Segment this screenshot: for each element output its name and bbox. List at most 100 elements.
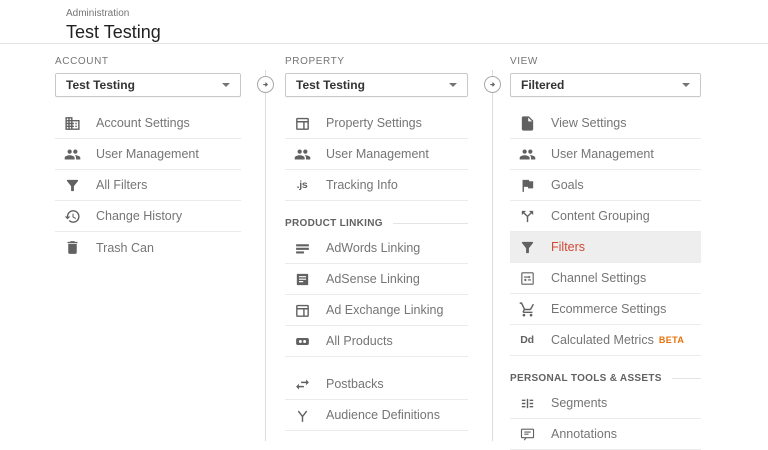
segments-icon xyxy=(518,395,536,412)
account-column-label: ACCOUNT xyxy=(55,56,109,67)
account-selector-value: Test Testing xyxy=(66,78,135,92)
menu-item-label: User Management xyxy=(326,147,429,161)
account-menu: Account Settings User Management All Fil… xyxy=(55,108,241,263)
account-settings-item[interactable]: Account Settings xyxy=(55,108,241,139)
menu-item-label: Annotations xyxy=(551,427,618,441)
beta-badge: BETA xyxy=(658,335,685,345)
menu-item-label: All Filters xyxy=(96,178,148,192)
menu-item-label: Goals xyxy=(551,178,584,192)
page-title: Test Testing xyxy=(66,22,161,42)
view-column-label: VIEW xyxy=(510,56,538,67)
property-settings-item[interactable]: Property Settings xyxy=(285,108,468,139)
lines-card-icon xyxy=(293,240,311,257)
menu-item-label: Postbacks xyxy=(326,377,384,391)
all-products-icon xyxy=(293,333,311,350)
dd-icon: Dd xyxy=(520,334,534,346)
change-history-item[interactable]: Change History xyxy=(55,201,241,232)
menu-item-label: Ecommerce Settings xyxy=(551,302,667,316)
property-user-management-item[interactable]: User Management xyxy=(285,139,468,170)
channel-icon xyxy=(518,270,536,287)
funnel-icon xyxy=(518,239,536,256)
audience-definitions-item[interactable]: Audience Definitions xyxy=(285,400,468,431)
account-selector[interactable]: Test Testing xyxy=(55,73,241,97)
cart-icon xyxy=(518,301,536,318)
js-icon: .js xyxy=(296,179,308,191)
breadcrumb: Administration xyxy=(66,8,130,19)
people-icon xyxy=(518,146,536,163)
tracking-info-item[interactable]: .js Tracking Info xyxy=(285,170,468,201)
personal-tools-section-header: PERSONAL TOOLS & ASSETS xyxy=(510,368,701,388)
account-user-management-item[interactable]: User Management xyxy=(55,139,241,170)
postbacks-item[interactable]: Postbacks xyxy=(285,369,468,400)
menu-item-label: All Products xyxy=(326,334,393,348)
window-icon xyxy=(293,302,311,319)
chevron-down-icon xyxy=(449,83,457,87)
filters-item-active[interactable]: Filters xyxy=(510,232,701,263)
arrow-right-circle-icon xyxy=(257,76,274,93)
menu-item-label: Ad Exchange Linking xyxy=(326,303,444,317)
property-column: PROPERTY Test Testing Property Settings … xyxy=(285,56,468,431)
goals-item[interactable]: Goals xyxy=(510,170,701,201)
menu-item-label: User Management xyxy=(96,147,199,161)
view-selector-value: Filtered xyxy=(521,78,565,92)
column-divider xyxy=(492,70,493,441)
property-menu: Property Settings User Management .js Tr… xyxy=(285,108,468,431)
menu-item-label: Property Settings xyxy=(326,116,422,130)
view-settings-item[interactable]: View Settings xyxy=(510,108,701,139)
arrow-right-circle-icon xyxy=(484,76,501,93)
section-header-rule xyxy=(671,377,701,379)
annotations-item[interactable]: Annotations xyxy=(510,419,701,450)
menu-item-label: AdWords Linking xyxy=(326,241,421,255)
calculated-metrics-item[interactable]: Dd Calculated Metrics BETA xyxy=(510,325,701,356)
menu-item-label: User Management xyxy=(551,147,654,161)
menu-item-label: Tracking Info xyxy=(326,178,398,192)
document-icon xyxy=(518,115,536,132)
funnel-icon xyxy=(63,177,81,194)
menu-item-label: Segments xyxy=(551,396,608,410)
branch-icon xyxy=(293,407,311,424)
flag-icon xyxy=(518,177,536,194)
adsense-linking-item[interactable]: AdSense Linking xyxy=(285,264,468,295)
section-header-rule xyxy=(392,222,468,224)
menu-item-label: Channel Settings xyxy=(551,271,647,285)
product-linking-section-header: PRODUCT LINKING xyxy=(285,213,468,233)
history-icon xyxy=(63,208,81,225)
all-filters-item[interactable]: All Filters xyxy=(55,170,241,201)
menu-item-label: Account Settings xyxy=(96,116,190,130)
view-selector[interactable]: Filtered xyxy=(510,73,701,97)
adwords-linking-item[interactable]: AdWords Linking xyxy=(285,233,468,264)
adsense-box-icon xyxy=(293,271,311,288)
segments-item[interactable]: Segments xyxy=(510,388,701,419)
trash-can-item[interactable]: Trash Can xyxy=(55,232,241,263)
menu-item-label: Filters xyxy=(551,240,586,254)
people-icon xyxy=(63,146,81,163)
people-icon xyxy=(293,146,311,163)
channel-settings-item[interactable]: Channel Settings xyxy=(510,263,701,294)
property-selector-value: Test Testing xyxy=(296,78,365,92)
chevron-down-icon xyxy=(222,83,230,87)
view-column: VIEW Filtered View Settings User Managem… xyxy=(510,56,701,450)
content-grouping-item[interactable]: Content Grouping xyxy=(510,201,701,232)
view-menu: View Settings User Management Goals Cont… xyxy=(510,108,701,450)
menu-item-label: View Settings xyxy=(551,116,627,130)
ad-exchange-linking-item[interactable]: Ad Exchange Linking xyxy=(285,295,468,326)
view-user-management-item[interactable]: User Management xyxy=(510,139,701,170)
chevron-down-icon xyxy=(682,83,690,87)
menu-item-label: AdSense Linking xyxy=(326,272,420,286)
property-selector[interactable]: Test Testing xyxy=(285,73,468,97)
building-icon xyxy=(63,115,81,132)
speech-bubble-icon xyxy=(518,426,536,443)
menu-item-label: Audience Definitions xyxy=(326,408,440,422)
ecommerce-settings-item[interactable]: Ecommerce Settings xyxy=(510,294,701,325)
column-divider xyxy=(265,70,266,441)
menu-item-label: Calculated Metrics xyxy=(551,333,654,347)
window-icon xyxy=(293,115,311,132)
page-header: Administration Test Testing xyxy=(0,0,768,44)
menu-item-label: Trash Can xyxy=(96,240,154,255)
trash-icon xyxy=(63,239,81,256)
menu-item-label: Content Grouping xyxy=(551,209,650,223)
property-column-label: PROPERTY xyxy=(285,56,345,67)
swap-arrows-icon xyxy=(293,376,311,393)
all-products-item[interactable]: All Products xyxy=(285,326,468,357)
